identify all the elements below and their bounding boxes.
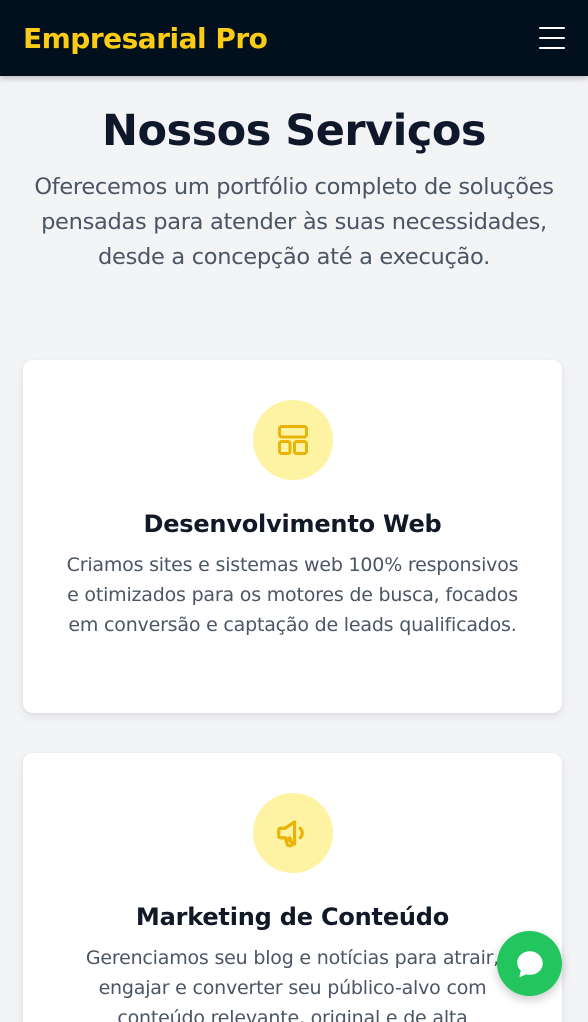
service-description: Gerenciamos seu blog e notícias para atr… bbox=[85, 947, 500, 1022]
page-subtitle: Oferecemos um portfólio completo de solu… bbox=[34, 174, 554, 270]
chat-bubble-icon bbox=[516, 950, 543, 977]
page-title: Nossos Serviços bbox=[101, 106, 487, 156]
service-card-web-development: Desenvolvimento Web Criamos sites e sist… bbox=[23, 360, 562, 713]
service-title: Marketing de Conteúdo bbox=[135, 903, 450, 931]
service-card-content-marketing: Marketing de Conteúdo Gerenciamos seu bl… bbox=[23, 753, 562, 1022]
brand-logo[interactable]: Empresarial Pro bbox=[23, 22, 268, 55]
chat-button[interactable] bbox=[497, 931, 562, 996]
megaphone-icon bbox=[252, 793, 333, 873]
layout-icon bbox=[252, 400, 333, 480]
hamburger-menu-icon[interactable] bbox=[539, 27, 565, 49]
site-header: Empresarial Pro bbox=[0, 0, 588, 76]
service-title: Desenvolvimento Web bbox=[143, 510, 442, 538]
service-description: Criamos sites e sistemas web 100% respon… bbox=[66, 554, 519, 636]
services-intro: Nossos Serviços Oferecemos um portfólio … bbox=[0, 106, 588, 275]
